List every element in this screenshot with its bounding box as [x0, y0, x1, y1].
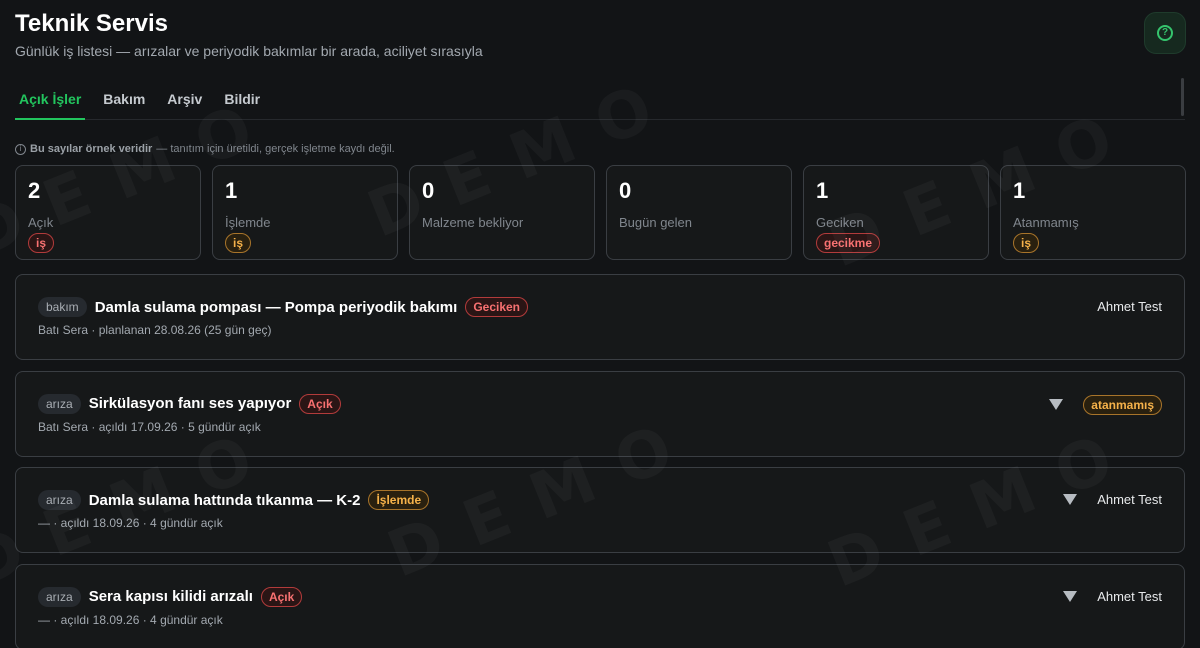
stats-row: 2 Açık iş 1 İşlemde iş 0 Malzeme bekliyo…	[15, 165, 1186, 260]
stat-value: 1	[816, 178, 829, 203]
expand-caret-icon[interactable]	[1049, 399, 1064, 410]
stat-value: 2	[28, 178, 41, 203]
job-assignee: Ahmet Test	[1097, 492, 1162, 507]
stat-open[interactable]: 2 Açık iş	[15, 165, 201, 260]
expand-caret-icon[interactable]	[1063, 590, 1078, 602]
stat-badge: gecikme	[816, 233, 881, 253]
tab-maintenance[interactable]: Bakım	[92, 78, 156, 120]
job-status-badge: Geciken	[465, 297, 529, 317]
job-unassigned-badge: atanmamış	[1083, 394, 1162, 415]
stat-value: 1	[225, 178, 238, 203]
tab-open-jobs[interactable]: Açık İşler	[15, 78, 86, 120]
stat-label: Atanmamış	[1013, 215, 1079, 230]
stat-badge: iş	[1013, 233, 1040, 253]
note-bold: Bu sayılar örnek veridir	[30, 143, 153, 155]
info-icon: i	[15, 143, 26, 155]
job-type-chip: arıza	[38, 586, 81, 607]
stat-label: Açık	[28, 215, 54, 230]
note-text: — tanıtım için üretildi, gerçek işletme …	[156, 143, 395, 155]
help-icon: ?	[1157, 25, 1173, 41]
expand-caret-icon[interactable]	[1063, 494, 1078, 505]
stat-value: 1	[1013, 178, 1026, 203]
job-title: Damla sulama pompası — Pompa periyodik b…	[94, 298, 458, 316]
job-meta: Batı Sera · planlanan 28.08.26 (25 gün g…	[38, 323, 272, 337]
stat-unassigned[interactable]: 1 Atanmamış iş	[1000, 165, 1186, 260]
job-card[interactable]: arıza Damla sulama hattında tıkanma — K-…	[15, 467, 1185, 553]
page-title: Teknik Servis	[15, 10, 168, 37]
stat-label: Geciken	[816, 215, 864, 230]
stat-value: 0	[422, 178, 435, 203]
stat-badge: iş	[225, 233, 252, 253]
sample-data-note: i Bu sayılar örnek veridir — tanıtım içi…	[15, 143, 395, 155]
job-meta: Batı Sera · açıldı 17.09.26 · 5 gündür a…	[38, 419, 261, 434]
job-title: Damla sulama hattında tıkanma — K-2	[88, 491, 361, 509]
job-list: bakım Damla sulama pompası — Pompa periy…	[15, 274, 1185, 648]
tab-report[interactable]: Bildir	[213, 78, 271, 120]
job-card[interactable]: arıza Sirkülasyon fanı ses yapıyor Açık …	[15, 370, 1185, 457]
tab-scrollbar[interactable]	[1181, 78, 1184, 116]
page-header: Teknik Servis Günlük iş listesi — arızal…	[15, 10, 483, 59]
job-type-chip: arıza	[38, 393, 81, 414]
job-meta: — · açıldı 18.09.26 · 4 gündür açık	[38, 516, 223, 530]
tab-bar: Açık İşler Bakım Arşiv Bildir	[15, 78, 1185, 120]
stat-value: 0	[619, 178, 632, 203]
help-button[interactable]: ?	[1144, 12, 1186, 54]
job-assignee: Ahmet Test	[1097, 588, 1162, 604]
stat-label: Malzeme bekliyor	[422, 215, 524, 230]
job-type-chip: arıza	[38, 490, 81, 510]
job-title: Sirkülasyon fanı ses yapıyor	[88, 395, 292, 412]
stat-label: İşlemde	[225, 215, 271, 230]
stat-in-progress[interactable]: 1 İşlemde iş	[212, 165, 398, 260]
job-title: Sera kapısı kilidi arızalı	[88, 588, 253, 605]
stat-label: Bugün gelen	[619, 215, 693, 230]
job-type-chip: bakım	[38, 297, 87, 317]
job-card[interactable]: bakım Damla sulama pompası — Pompa periy…	[15, 274, 1185, 360]
job-assignee: Ahmet Test	[1097, 299, 1162, 314]
job-status-badge: Açık	[260, 586, 303, 607]
job-card[interactable]: arıza Sera kapısı kilidi arızalı Açık — …	[15, 563, 1185, 648]
job-meta: — · açıldı 18.09.26 · 4 gündür açık	[38, 612, 223, 627]
stat-waiting-material[interactable]: 0 Malzeme bekliyor	[409, 165, 595, 260]
tab-archive[interactable]: Arşiv	[156, 78, 213, 120]
job-status-badge: Açık	[299, 393, 341, 414]
page-subtitle: Günlük iş listesi — arızalar ve periyodi…	[15, 43, 483, 59]
stat-overdue[interactable]: 1 Geciken gecikme	[803, 165, 989, 260]
stat-today-incoming[interactable]: 0 Bugün gelen	[606, 165, 792, 260]
job-status-badge: İşlemde	[368, 490, 430, 510]
stat-badge: iş	[28, 233, 55, 253]
